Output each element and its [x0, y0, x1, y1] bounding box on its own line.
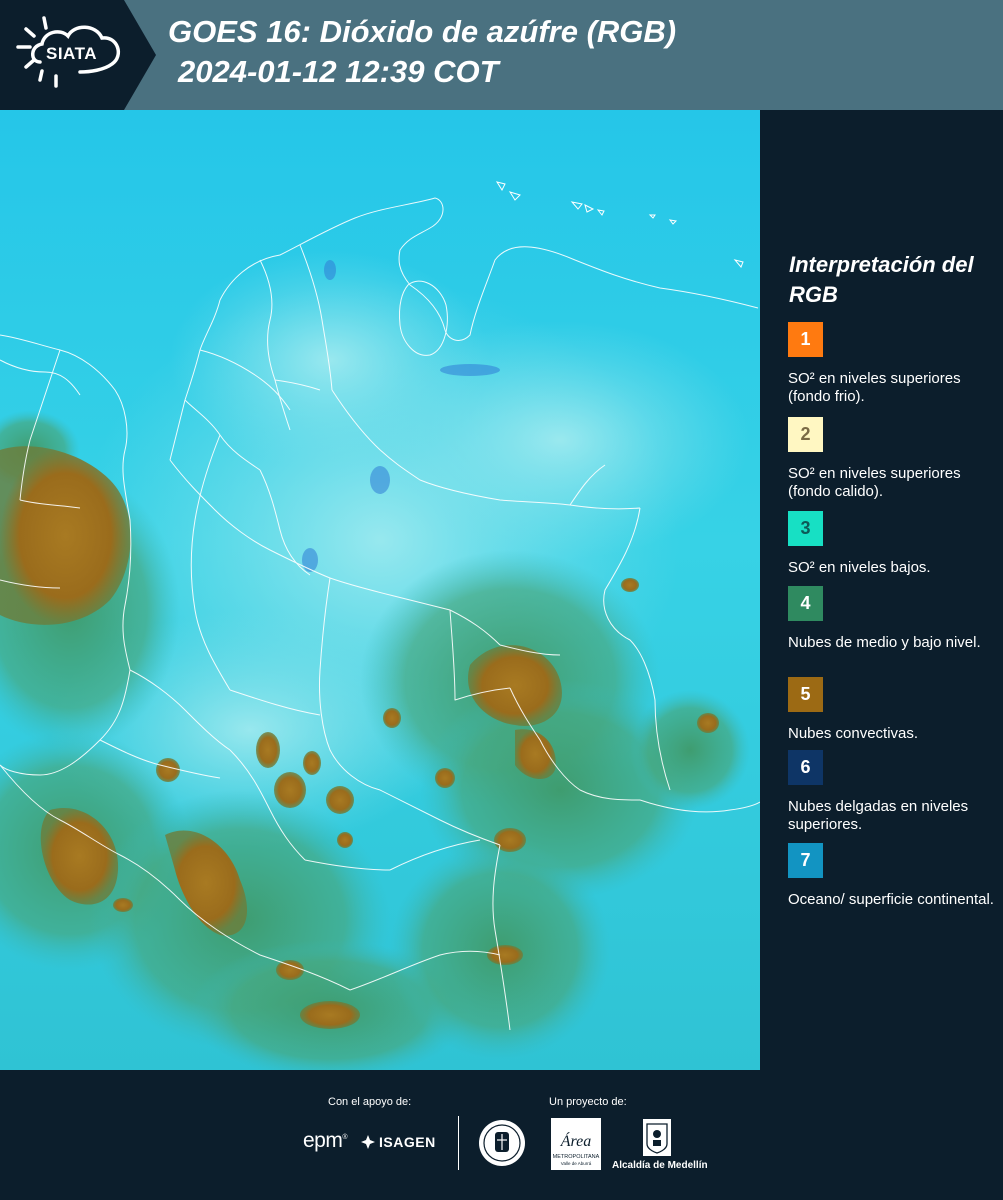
- support-label: Con el apoyo de:: [328, 1096, 412, 1108]
- isagen-logo[interactable]: ISAGEN: [360, 1134, 436, 1150]
- legend-number-2: 2: [800, 424, 811, 444]
- area-logo-subtitle: METROPOLITANA: [553, 1154, 600, 1160]
- legend-item-4: 4 Nubes de medio y bajo nivel.: [788, 586, 998, 652]
- area-logo-subtitle2: Valle de Aburrá: [561, 1161, 592, 1166]
- legend-number-3: 3: [800, 518, 811, 538]
- legend-title: Interpretación del RGB: [789, 252, 974, 307]
- legend-swatch-2: 2: [788, 417, 823, 452]
- epm-logo[interactable]: epm®: [303, 1129, 347, 1153]
- legend-number-4: 4: [800, 593, 811, 613]
- alcaldia-text: Alcaldía de Medellín: [612, 1160, 708, 1171]
- legend-item-3: 3 SO² en niveles bajos.: [788, 511, 998, 577]
- footer-divider: [458, 1116, 459, 1170]
- legend-number-5: 5: [800, 684, 811, 704]
- legend-swatch-1: 1: [788, 322, 823, 357]
- isagen-mark-icon: [361, 1135, 375, 1149]
- map-canvas: [0, 110, 760, 1070]
- legend-item-6: 6 Nubes delgadas en niveles superiores.: [788, 750, 998, 834]
- legend-item-2: 2 SO² en niveles superiores (fondo calid…: [788, 417, 998, 501]
- page-title: GOES 16: Dióxido de azúfre (RGB): [168, 14, 677, 49]
- legend-swatch-6: 6: [788, 750, 823, 785]
- area-metropolitana-logo[interactable]: Área METROPOLITANA Valle de Aburrá: [551, 1118, 601, 1170]
- footer-bar: Con el apoyo de: Un proyecto de: epm® IS…: [0, 1070, 1003, 1200]
- project-label: Un proyecto de:: [549, 1096, 627, 1108]
- legend-description-2: SO² en niveles superiores (fondo calido)…: [788, 465, 961, 500]
- legend-description-3: SO² en niveles bajos.: [788, 559, 931, 576]
- legend-panel: Interpretación del RGB 1 SO² en niveles …: [760, 110, 1003, 1070]
- legend-swatch-4: 4: [788, 586, 823, 621]
- alcaldia-shield-icon: [643, 1119, 671, 1156]
- isagen-logo-text: ISAGEN: [379, 1134, 436, 1150]
- legend-number-6: 6: [800, 757, 811, 777]
- legend-description-5: Nubes convectivas.: [788, 725, 919, 742]
- legend-swatch-7: 7: [788, 843, 823, 878]
- legend-swatch-5: 5: [788, 677, 823, 712]
- legend-description-1: SO² en niveles superiores (fondo frio).: [788, 370, 961, 405]
- satellite-map[interactable]: [0, 110, 760, 1070]
- legend-number-7: 7: [800, 850, 811, 870]
- legend-description-6: Nubes delgadas en niveles superiores.: [788, 798, 969, 833]
- medellin-seal-icon[interactable]: [477, 1118, 527, 1168]
- siata-logo[interactable]: SIATA: [0, 0, 160, 110]
- epm-logo-text: epm: [303, 1129, 343, 1152]
- legend-description-4: Nubes de medio y bajo nivel.: [788, 634, 981, 651]
- area-logo-text: Área: [560, 1131, 592, 1150]
- legend-item-7: 7 Oceano/ superficie continental.: [788, 843, 998, 909]
- legend-number-1: 1: [800, 329, 811, 349]
- legend-item-5: 5 Nubes convectivas.: [788, 677, 998, 743]
- header-bar: SIATA GOES 16: Dióxido de azúfre (RGB) 2…: [0, 0, 1003, 110]
- page-subtitle-datetime: 2024-01-12 12:39 COT: [178, 54, 499, 89]
- logo-text: SIATA: [46, 44, 97, 63]
- legend-swatch-3: 3: [788, 511, 823, 546]
- legend-description-7: Oceano/ superficie continental.: [788, 891, 994, 908]
- alcaldia-medellin-logo[interactable]: Alcaldía de Medellín: [612, 1116, 708, 1176]
- legend-item-1: 1 SO² en niveles superiores (fondo frio)…: [788, 322, 998, 406]
